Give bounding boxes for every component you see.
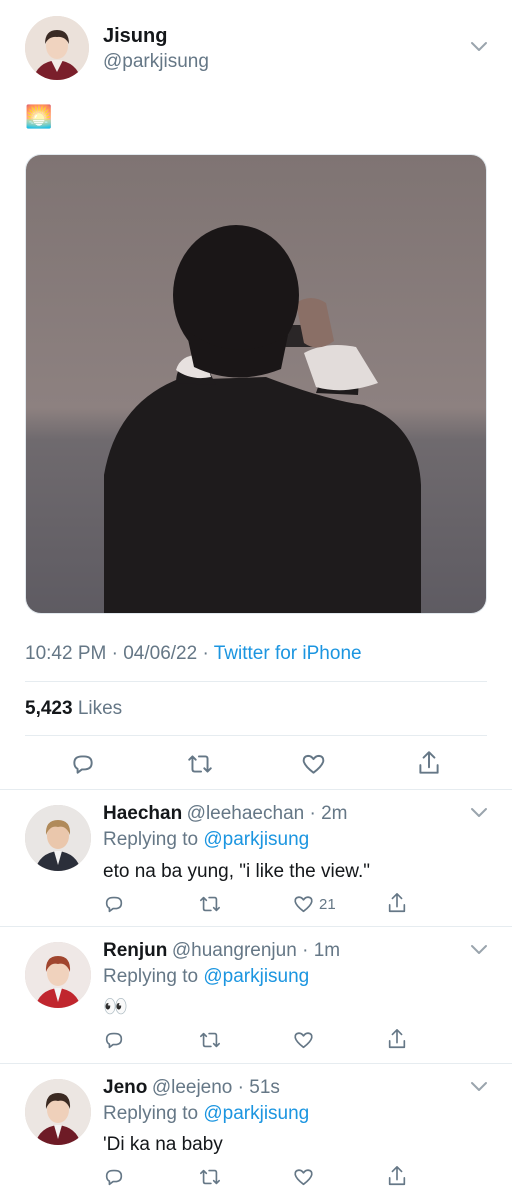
replying-to-label: Replying to — [103, 829, 199, 850]
reply-button[interactable] — [103, 1029, 125, 1051]
reply-text: eto na ba yung, "i like the view." — [103, 861, 370, 882]
share-button[interactable] — [386, 891, 408, 915]
replying-to-label: Replying to — [103, 1103, 199, 1124]
retweet-button[interactable] — [198, 1166, 222, 1188]
retweet-icon — [200, 896, 220, 912]
heart-icon — [294, 1169, 313, 1186]
reply-button[interactable] — [103, 893, 125, 915]
reply-header: Renjun @huangrenjun · 1m — [103, 940, 340, 962]
tweet-date[interactable]: 04/06/22 — [123, 643, 197, 664]
share-icon — [388, 893, 406, 913]
reply-author-handle[interactable]: @huangrenjun — [172, 940, 297, 961]
share-icon — [419, 751, 439, 774]
chevron-down-icon[interactable] — [469, 943, 489, 962]
meta-separator: · — [202, 643, 214, 664]
tweet-source-link[interactable]: Twitter for iPhone — [214, 643, 362, 664]
reply-icon — [105, 1032, 123, 1049]
chevron-down-icon[interactable] — [469, 1080, 489, 1099]
tweet-text: 🌅 — [25, 104, 53, 129]
heart-icon — [294, 1032, 313, 1049]
likes-count: 5,423 — [25, 698, 73, 719]
reply-separator: · — [232, 1077, 250, 1098]
tweet-time[interactable]: 10:42 PM — [25, 643, 106, 664]
reply-author-name[interactable]: Jeno — [103, 1077, 147, 1098]
replying-to-handle[interactable]: @parkjisung — [203, 829, 309, 850]
reply-time[interactable]: 2m — [321, 803, 347, 824]
author-avatar[interactable] — [25, 16, 89, 80]
likes-label: Likes — [77, 698, 123, 719]
replying-to-label: Replying to — [103, 966, 199, 987]
reply-text: 👀 — [103, 996, 128, 1018]
retweet-icon — [200, 1169, 220, 1185]
retweet-button[interactable] — [198, 893, 222, 915]
reply-text: 'Di ka na baby — [103, 1134, 223, 1155]
heart-icon — [302, 754, 325, 774]
chevron-down-icon[interactable] — [469, 806, 489, 825]
tweet-meta: 10:42 PM · 04/06/22 · Twitter for iPhone — [25, 643, 362, 665]
share-button[interactable] — [386, 1164, 408, 1188]
divider — [0, 1063, 512, 1064]
likes-stat[interactable]: 5,423 Likes — [25, 698, 122, 720]
reply-header: Haechan @leehaechan · 2m — [103, 803, 348, 825]
divider — [25, 681, 487, 682]
reply-separator: · — [304, 803, 322, 824]
divider — [0, 789, 512, 790]
replying-to: Replying to @parkjisung — [103, 1103, 309, 1125]
reply-button[interactable] — [70, 751, 96, 777]
heart-icon — [294, 896, 313, 913]
reply-icon — [105, 1169, 123, 1186]
tweet-photo[interactable] — [25, 154, 487, 614]
retweet-icon — [200, 1032, 220, 1048]
replying-to-handle[interactable]: @parkjisung — [203, 966, 309, 987]
replying-to-handle[interactable]: @parkjisung — [203, 1103, 309, 1124]
reply-author-handle[interactable]: @leehaechan — [187, 803, 305, 824]
retweet-button[interactable] — [198, 1029, 222, 1051]
reply-time[interactable]: 51s — [249, 1077, 280, 1098]
reply-separator: · — [296, 940, 314, 961]
like-count: 21 — [319, 895, 336, 913]
share-button[interactable] — [386, 1027, 408, 1051]
chevron-down-icon[interactable] — [469, 40, 489, 59]
author-handle[interactable]: @parkjisung — [103, 51, 209, 73]
like-button[interactable] — [300, 751, 327, 777]
author-name[interactable]: Jisung — [103, 25, 167, 48]
reply-author-name[interactable]: Renjun — [103, 940, 167, 961]
reply-time[interactable]: 1m — [314, 940, 340, 961]
reply-author-name[interactable]: Haechan — [103, 803, 182, 824]
replying-to: Replying to @parkjisung — [103, 829, 309, 851]
share-icon — [388, 1029, 406, 1049]
share-button[interactable] — [416, 749, 442, 777]
share-icon — [388, 1166, 406, 1186]
divider — [0, 926, 512, 927]
retweet-icon — [188, 755, 212, 773]
replying-to: Replying to @parkjisung — [103, 966, 309, 988]
reply-author-handle[interactable]: @leejeno — [152, 1077, 233, 1098]
retweet-button[interactable] — [186, 751, 214, 777]
reply-button[interactable] — [103, 1166, 125, 1188]
meta-separator: · — [111, 643, 124, 664]
divider — [25, 735, 487, 736]
like-button[interactable] — [292, 1166, 315, 1188]
reply-avatar[interactable] — [25, 805, 91, 871]
reply-avatar[interactable] — [25, 942, 91, 1008]
reply-icon — [73, 755, 93, 774]
reply-header: Jeno @leejeno · 51s — [103, 1077, 280, 1099]
reply-icon — [105, 896, 123, 913]
reply-avatar[interactable] — [25, 1079, 91, 1145]
like-button[interactable] — [292, 1029, 315, 1051]
like-button[interactable]: 21 — [292, 893, 336, 915]
